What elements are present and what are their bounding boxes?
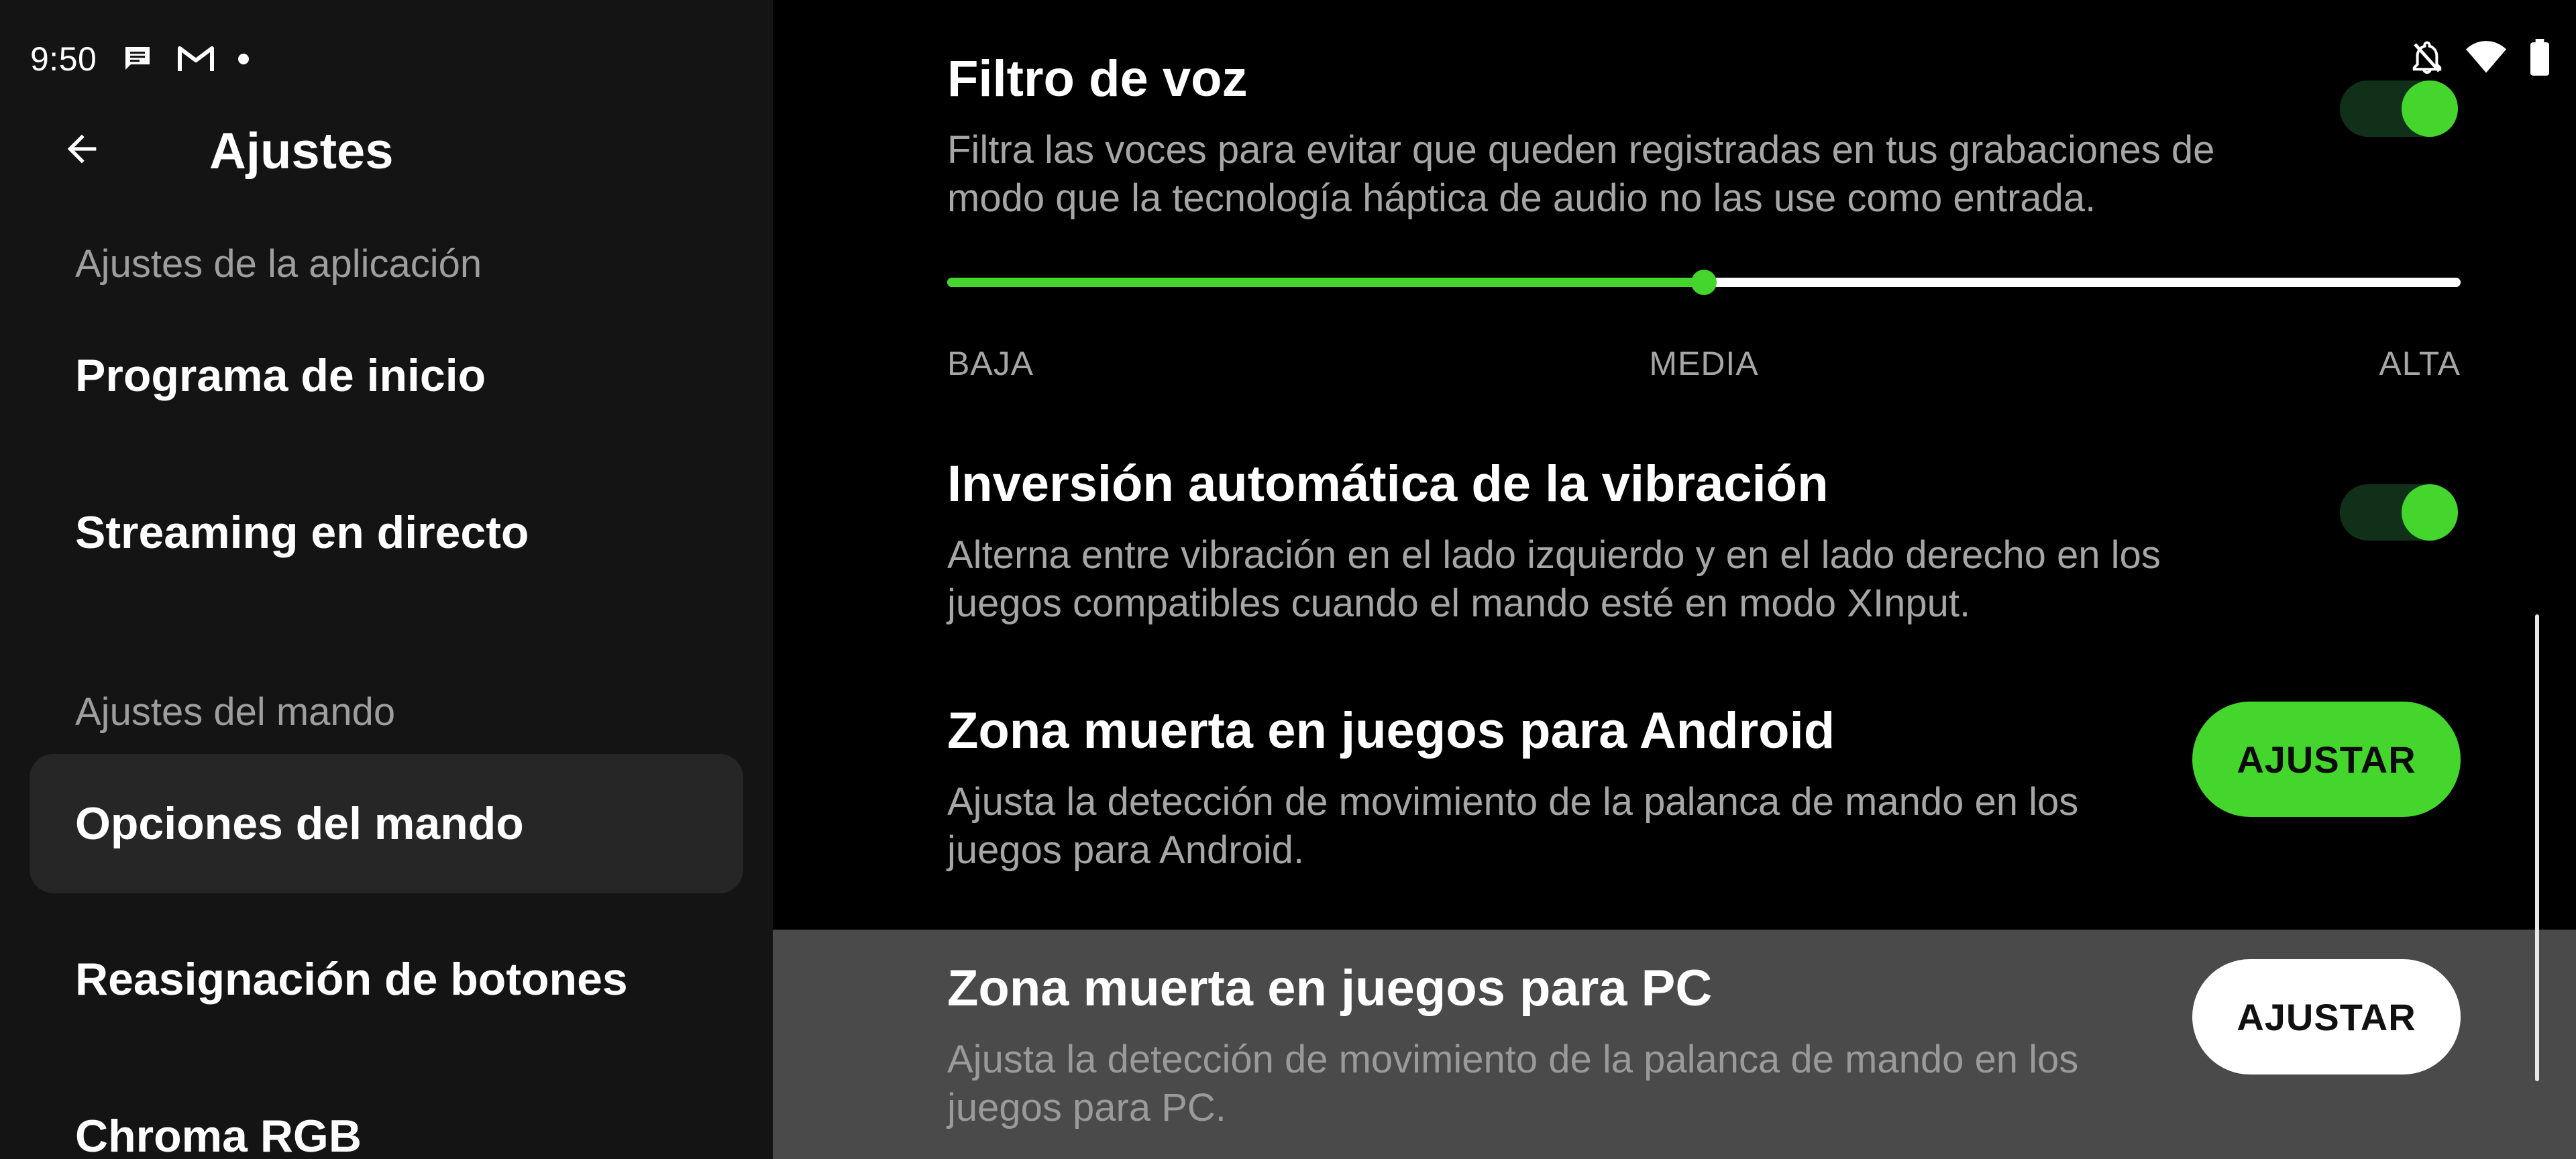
deadzone-android-title: Zona muerta en juegos para Android [947, 702, 1835, 759]
sidebar-item-button-remapping[interactable]: Reasignación de botones [30, 909, 743, 1049]
slider-label-mid-text: MEDIA [1649, 345, 1759, 382]
sidebar-item-live-streaming[interactable]: Streaming en directo [30, 463, 743, 602]
page-title: Ajustes [209, 123, 394, 180]
auto-vibration-title: Inversión automática de la vibración [947, 455, 1829, 512]
deadzone-pc-adjust-button[interactable]: AJUSTAR [2192, 959, 2461, 1074]
battery-icon [2529, 38, 2551, 80]
section-header-app-settings: Ajustes de la aplicación [75, 242, 482, 286]
deadzone-pc-title: Zona muerta en juegos para PC [947, 960, 1713, 1017]
slider-label-high: ALTA [2379, 345, 2461, 382]
sidebar-item-label: Programa de inicio [75, 350, 486, 401]
section-header-controller-settings: Ajustes del mando [75, 690, 396, 734]
message-icon [121, 43, 154, 75]
sidebar-item-startup-program[interactable]: Programa de inicio [30, 306, 743, 445]
toggle-thumb [2402, 484, 2458, 541]
gmail-icon [177, 44, 215, 74]
voice-filter-title: Filtro de voz [947, 50, 1248, 107]
sidebar-item-label: Streaming en directo [75, 507, 529, 558]
status-bar-left: 9:50 [30, 35, 272, 83]
deadzone-android-adjust-button[interactable]: AJUSTAR [2192, 702, 2461, 817]
arrow-back-icon [67, 134, 97, 164]
status-time: 9:50 [30, 40, 97, 78]
scrollbar[interactable] [2535, 614, 2539, 1081]
deadzone-pc-description: Ajusta la detección de movimiento de la … [947, 1038, 2079, 1129]
auto-vibration-toggle[interactable] [2340, 482, 2458, 543]
dot-icon [237, 53, 250, 65]
sidebar-item-label: Reasignación de botones [75, 954, 628, 1005]
voice-filter-description: Filtra las voces para evitar que queden … [947, 128, 2215, 220]
sidebar-item-label: Opciones del mando [75, 798, 524, 849]
auto-vibration-description: Alterna entre vibración en el lado izqui… [947, 533, 2161, 625]
settings-sidebar: 9:50 Ajustes Ajustes de la aplicación Pr… [0, 0, 773, 1159]
slider-thumb[interactable] [1691, 270, 1717, 295]
voice-filter-slider[interactable] [947, 266, 2461, 298]
slider-fill [947, 278, 1704, 287]
back-button[interactable] [54, 121, 110, 177]
slider-label-low: BAJA [947, 345, 1034, 382]
sidebar-item-chroma-rgb[interactable]: Chroma RGB [30, 1066, 743, 1159]
voice-filter-toggle[interactable] [2340, 78, 2458, 140]
settings-detail-panel: Filtro de voz Filtra las voces para evit… [773, 0, 2576, 1159]
deadzone-android-description: Ajusta la detección de movimiento de la … [947, 780, 2079, 872]
status-bar-right [2411, 35, 2551, 83]
toggle-thumb [2402, 80, 2458, 137]
wifi-icon [2466, 40, 2506, 78]
sidebar-item-controller-options[interactable]: Opciones del mando [30, 754, 743, 893]
sidebar-item-label: Chroma RGB [75, 1111, 362, 1159]
notifications-off-icon [2411, 40, 2443, 78]
